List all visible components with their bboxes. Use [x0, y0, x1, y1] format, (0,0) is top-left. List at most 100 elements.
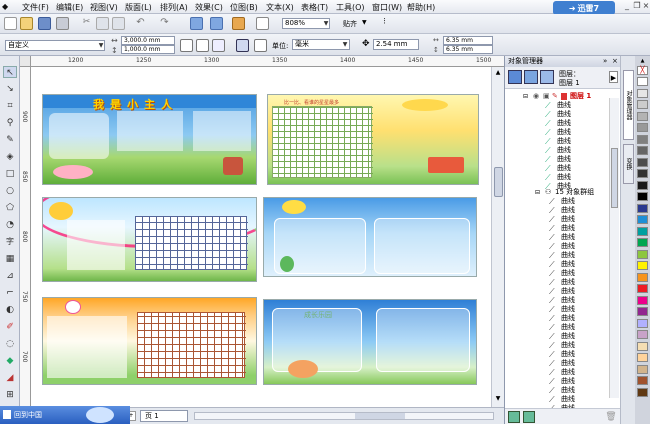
polygon-tool-icon[interactable]: ⬠	[3, 202, 17, 214]
tree-row-curve[interactable]: ⟋ 曲线	[505, 128, 617, 137]
page-preset-select[interactable]: 自定义	[5, 40, 105, 51]
zoom-tool-icon[interactable]: ⚲	[3, 117, 17, 129]
color-swatch[interactable]	[637, 330, 648, 339]
redo-icon[interactable]: ↷	[158, 17, 171, 30]
import-icon[interactable]	[190, 17, 203, 30]
menu-layout[interactable]: 版面(L)	[125, 2, 152, 13]
tree-row-curve[interactable]: ⟋ 曲线	[505, 287, 617, 296]
freehand-tool-icon[interactable]: ✎	[3, 134, 17, 146]
table-tool-icon[interactable]: ▦	[3, 253, 17, 265]
paste-icon[interactable]	[112, 17, 125, 30]
scroll-thumb[interactable]	[494, 167, 503, 197]
undo-icon[interactable]: ↶	[134, 17, 147, 30]
tree-row-curve[interactable]: ⟋ 曲线	[505, 323, 617, 332]
tree-row-curve[interactable]: ⟋ 曲线	[505, 197, 617, 206]
tree-row-curve[interactable]: ⟋ 曲线	[505, 155, 617, 164]
close-icon[interactable]: ×	[641, 1, 650, 11]
cut-icon[interactable]: ✂	[80, 17, 93, 30]
blend-tool-icon[interactable]: ◐	[3, 304, 17, 316]
color-swatch[interactable]	[637, 295, 648, 305]
color-swatch[interactable]	[637, 272, 648, 282]
connector-tool-icon[interactable]: ⌐	[3, 287, 17, 299]
copy-icon[interactable]	[96, 17, 109, 30]
tree-row-curve[interactable]: ⟋ 曲线	[505, 377, 617, 386]
color-swatch[interactable]	[637, 364, 648, 374]
scroll-down-icon[interactable]: ▼	[494, 395, 502, 403]
tab-object-manager[interactable]: 对象管理器	[623, 70, 634, 140]
vertical-ruler[interactable]: 900 850 800 750 700	[20, 67, 31, 407]
pick-tool-icon[interactable]: ↖	[3, 66, 17, 78]
color-swatch[interactable]	[637, 180, 648, 190]
tree-row-curve[interactable]: ⟋ 曲线	[505, 137, 617, 146]
color-swatch[interactable]	[637, 77, 648, 86]
horizontal-ruler[interactable]: 1200 1250 1300 1350 1400 1450 1500	[20, 56, 504, 67]
color-swatch[interactable]	[637, 169, 648, 178]
scroll-thumb[interactable]	[611, 148, 618, 208]
tree-row-curve[interactable]: ⟋ 曲线	[505, 296, 617, 305]
launcher-icon[interactable]	[232, 17, 245, 30]
color-swatch[interactable]	[637, 203, 648, 213]
tree-row-curve[interactable]: ⟋ 曲线	[505, 173, 617, 182]
color-swatch[interactable]	[637, 249, 648, 259]
color-swatch[interactable]	[637, 387, 648, 397]
crop-tool-icon[interactable]: ⌗	[3, 100, 17, 112]
color-swatch[interactable]	[637, 284, 648, 293]
design-board-4[interactable]	[263, 197, 477, 277]
close-icon[interactable]: ×	[612, 56, 618, 67]
current-page-icon[interactable]	[236, 39, 249, 52]
collapse-icon[interactable]: ⊟	[523, 92, 528, 101]
all-pages-icon[interactable]	[212, 39, 225, 52]
color-swatch[interactable]	[637, 261, 648, 270]
interactive-fill-icon[interactable]: ◢	[3, 372, 17, 384]
text-tool-icon[interactable]: 字	[3, 236, 17, 248]
tree-row-curve[interactable]: ⟋ 曲线	[505, 146, 617, 155]
layer-manager-view-icon[interactable]	[540, 70, 554, 84]
color-swatch[interactable]	[637, 307, 648, 316]
printer-icon[interactable]: ▣	[543, 92, 550, 101]
color-swatch[interactable]	[637, 215, 648, 224]
tree-row-curve[interactable]: ⟋ 曲线	[505, 305, 617, 314]
color-swatch[interactable]	[637, 146, 648, 155]
tree-row-curve[interactable]: ⟋ 曲线	[505, 260, 617, 269]
options-icon[interactable]: ⁝	[378, 17, 391, 30]
drawing-canvas[interactable]: 我是小主人 比一比、看谁的星星最多 成长乐园	[31, 67, 491, 407]
tree-row-group[interactable]: ⊟ ⚇ 15 对象群组	[505, 188, 617, 197]
design-board-3[interactable]	[42, 197, 257, 282]
vertical-scrollbar[interactable]: ▲ ▼	[491, 67, 504, 407]
tree-row-curve[interactable]: ⟋ 曲线	[505, 224, 617, 233]
chevron-down-icon[interactable]: ▼	[341, 40, 349, 49]
design-board-6[interactable]: 成长乐园	[263, 299, 477, 385]
lock-icon[interactable]: ✎	[552, 92, 558, 101]
color-swatch[interactable]	[637, 192, 648, 201]
color-swatch[interactable]	[637, 100, 648, 109]
color-swatch[interactable]	[637, 123, 648, 132]
chevron-down-icon[interactable]: ▼	[97, 41, 105, 50]
rectangle-tool-icon[interactable]: □	[3, 168, 17, 180]
design-board-2[interactable]: 比一比、看谁的星星最多	[267, 94, 479, 185]
tab-transform[interactable]: 变换	[623, 144, 634, 184]
eye-icon[interactable]: ◉	[533, 92, 539, 101]
new-master-layer-icon[interactable]	[523, 411, 535, 423]
design-board-5[interactable]	[42, 297, 257, 385]
tree-row-curve[interactable]: ⟋ 曲线	[505, 332, 617, 341]
open-icon[interactable]	[20, 17, 33, 30]
tree-row-curve[interactable]: ⟋ 曲线	[505, 164, 617, 173]
tree-row-curve[interactable]: ⟋ 曲线	[505, 110, 617, 119]
duplicate-y-field[interactable]: 6.35 mm	[443, 45, 493, 54]
tree-row-curve[interactable]: ⟋ 曲线	[505, 395, 617, 404]
export-icon[interactable]	[210, 17, 223, 30]
shape-tool-icon[interactable]: ↘	[3, 83, 17, 95]
edit-across-layers-icon[interactable]	[524, 70, 538, 84]
tree-row-curve[interactable]: ⟋ 曲线	[505, 251, 617, 260]
design-board-1[interactable]: 我是小主人	[42, 94, 257, 185]
taskbar-item[interactable]: 回到中国	[14, 410, 42, 420]
color-swatch[interactable]	[637, 341, 648, 351]
tree-row-layer[interactable]: ⊟ ◉ ▣ ✎ 图层 1	[505, 92, 617, 101]
fill-tool-icon[interactable]: ◆	[3, 355, 17, 367]
page-layout-icon[interactable]	[254, 39, 267, 52]
scroll-up-icon[interactable]: ▲	[494, 69, 502, 77]
delete-icon[interactable]: 🗑	[605, 411, 617, 423]
horizontal-scrollbar[interactable]	[194, 412, 494, 420]
color-swatch[interactable]	[637, 238, 648, 247]
menu-tools[interactable]: 工具(O)	[336, 2, 365, 13]
